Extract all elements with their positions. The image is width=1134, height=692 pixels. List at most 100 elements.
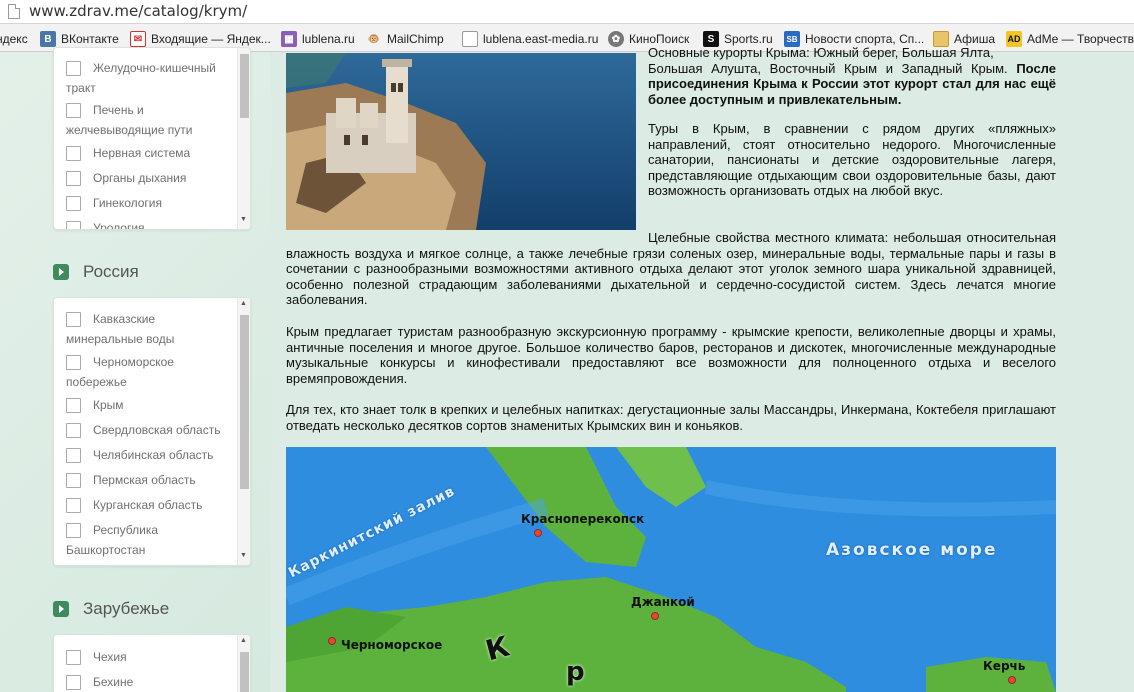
filter-item[interactable]: Печень и желчевыводящие пути (66, 100, 226, 140)
intro-line-1: Основные курорты Крыма: Южный берег, Бол… (648, 45, 994, 60)
bookmark-yandex[interactable]: ндекс (0, 30, 28, 48)
filter-item[interactable]: Курганская область (66, 495, 226, 515)
crimea-map: Красноперекопск Джанкой Черноморское Кер… (286, 447, 1056, 692)
filter-label: Республика Башкортостан (66, 523, 159, 557)
section-abroad[interactable]: Зарубежье (53, 599, 169, 619)
bookmark-label: MailChimp (387, 32, 444, 46)
section-russia[interactable]: Россия (53, 262, 139, 282)
scrollbar[interactable]: ▼ (237, 48, 250, 229)
checkbox[interactable] (66, 423, 81, 438)
scrollbar-thumb[interactable] (240, 54, 249, 118)
arrow-up-icon[interactable]: ▲ (240, 300, 247, 307)
crimea-castle-photo (286, 53, 636, 230)
filter-label: Желудочно-кишечный тракт (66, 61, 216, 95)
checkbox[interactable] (66, 171, 81, 186)
filter-label: Чехия (93, 650, 127, 664)
checkbox[interactable] (66, 398, 81, 413)
filter-item[interactable]: Пермская область (66, 470, 226, 490)
filter-label: Челябинская область (93, 448, 214, 462)
paragraph-tours: Туры в Крым, в сравнении с рядом других … (648, 121, 1056, 199)
bookmark-vk[interactable]: В ВКонтакте (40, 30, 119, 48)
filter-item[interactable]: Крым (66, 395, 226, 415)
map-big-letter: р (566, 657, 585, 687)
filter-item[interactable]: Нервная система (66, 143, 226, 163)
filter-item[interactable]: Черноморское побережье (66, 352, 226, 392)
checkbox[interactable] (66, 221, 81, 229)
section-title: Зарубежье (83, 599, 170, 618)
filter-item[interactable]: Республика Башкортостан (66, 520, 226, 560)
bookmark-mail[interactable]: ✉ Входящие — Яндек... (130, 30, 271, 48)
disease-filter-box: Желудочно-кишечный тракт Печень и желчев… (53, 47, 251, 230)
filter-label: Свердловская область (93, 423, 221, 437)
city-label: Черноморское (341, 638, 443, 652)
checkbox[interactable] (66, 61, 81, 76)
filter-item[interactable]: Бехине (66, 672, 226, 692)
filter-item[interactable]: Кавказские минеральные воды (66, 309, 226, 349)
bookmark-east-media[interactable]: lublena.east-media.ru (462, 30, 598, 48)
filter-label: Бехине (93, 675, 134, 689)
city-label: Керчь (983, 659, 1026, 673)
scrollbar-thumb[interactable] (240, 315, 249, 489)
filter-item[interactable]: Свердловская область (66, 420, 226, 440)
bookmark-label: Афиша (954, 32, 996, 46)
checkbox[interactable] (66, 146, 81, 161)
bookmark-label: Входящие — Яндек... (151, 32, 271, 46)
filter-item[interactable]: Челябинская область (66, 445, 226, 465)
checkbox[interactable] (66, 312, 81, 327)
bookmark-mailchimp[interactable]: 🐵 MailChimp (366, 30, 444, 48)
filter-item[interactable]: Чехия (66, 647, 226, 667)
main-content: Основные курорты Крыма: Южный берег, Бол… (270, 45, 1134, 692)
lublena-icon: ▦ (281, 31, 297, 47)
filter-label: Пермская область (93, 473, 196, 487)
scrollbar[interactable]: ▲ ▼ (237, 298, 250, 565)
checkbox[interactable] (66, 355, 81, 370)
checkbox[interactable] (66, 675, 81, 690)
paragraph-wine: Для тех, кто знает толк в крепких и целе… (286, 402, 1056, 433)
page-icon (462, 31, 478, 47)
city-marker (651, 612, 659, 620)
filter-label: Крым (93, 398, 124, 412)
intro-line-2: Большая Алушта, Восточный Крым и Западны… (648, 60, 1008, 76)
bookmark-label: AdMe — Творчеств (1027, 32, 1134, 46)
filter-item[interactable]: Гинекология (66, 193, 226, 213)
arrow-up-icon[interactable]: ▲ (240, 637, 247, 644)
checkbox[interactable] (66, 523, 81, 538)
filter-item[interactable]: Органы дыхания (66, 168, 226, 188)
checkbox[interactable] (66, 650, 81, 665)
paragraph-excursions: Крым предлагает туристам разнообразную э… (286, 324, 1056, 386)
sidebar: Желудочно-кишечный тракт Печень и желчев… (0, 47, 270, 692)
kinopoisk-icon: ✿ (608, 31, 624, 47)
address-bar[interactable]: www.zdrav.me/catalog/krym/ (0, 0, 1134, 24)
tours-text: Туры в Крым, в сравнении с рядом других … (648, 121, 1056, 199)
arrow-right-icon (53, 264, 69, 280)
bookmark-label: КиноПоиск (629, 32, 690, 46)
excursions-text: Крым предлагает туристам разнообразную э… (286, 324, 1056, 386)
filter-label: Гинекология (93, 196, 163, 210)
climate-text: Целебные свойства местного климата: небо… (286, 230, 1056, 308)
checkbox[interactable] (66, 196, 81, 211)
bookmark-label: Sports.ru (724, 32, 773, 46)
abroad-filter-box: Чехия Бехине ▲ (53, 634, 251, 692)
filter-item[interactable]: Урология (66, 218, 226, 229)
checkbox[interactable] (66, 448, 81, 463)
checkbox[interactable] (66, 498, 81, 513)
arrow-down-icon[interactable]: ▼ (240, 216, 247, 223)
scrollbar-thumb[interactable] (240, 652, 249, 692)
page-icon (8, 4, 20, 19)
paragraph-climate: Целебные свойства местного климата: небо… (286, 230, 1056, 308)
city-label: Красноперекопск (521, 512, 645, 526)
url-text[interactable]: www.zdrav.me/catalog/krym/ (29, 2, 247, 20)
filter-label: Печень и желчевыводящие пути (66, 103, 193, 137)
arrow-down-icon[interactable]: ▼ (240, 552, 247, 559)
vk-icon: В (40, 31, 56, 47)
bookmark-label: lublena.east-media.ru (483, 32, 599, 46)
city-marker (328, 637, 336, 645)
filter-label: Курганская область (93, 498, 203, 512)
city-marker (1008, 676, 1016, 684)
checkbox[interactable] (66, 473, 81, 488)
checkbox[interactable] (66, 103, 81, 118)
bookmark-lublena[interactable]: ▦ lublena.ru (281, 30, 355, 48)
arrow-right-icon (53, 601, 69, 617)
filter-item[interactable]: Желудочно-кишечный тракт (66, 58, 226, 98)
scrollbar[interactable]: ▲ (237, 635, 250, 692)
